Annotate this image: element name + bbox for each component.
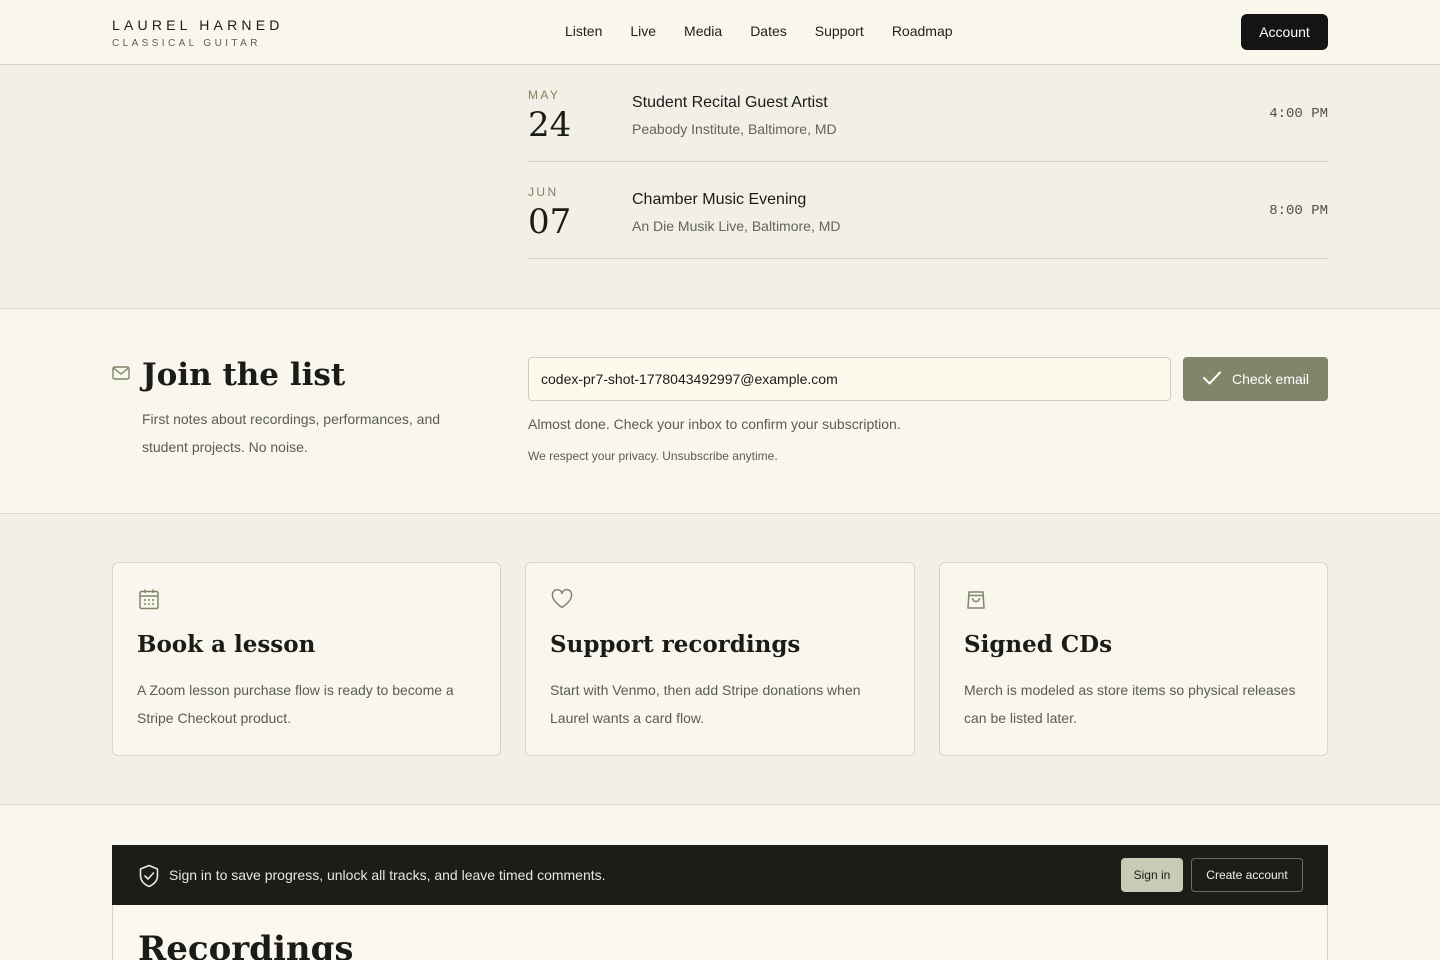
card-description: Merch is modeled as store items so physi… [964, 682, 1296, 726]
card-title: Book a lesson [137, 631, 316, 658]
sign-in-button[interactable]: Sign in [1121, 858, 1183, 892]
event-day: 07 [528, 202, 572, 242]
event-title: Chamber Music Evening [632, 191, 807, 208]
shopping-bag-icon [964, 587, 988, 616]
nav-roadmap[interactable]: Roadmap [892, 23, 953, 39]
subscription-status: Almost done. Check your inbox to confirm… [528, 416, 901, 432]
card-description: Start with Venmo, then add Stripe donati… [550, 682, 861, 726]
card-book-lesson[interactable]: Book a lesson A Zoom lesson purchase flo… [112, 562, 501, 756]
event-row[interactable]: MAY 24 Student Recital Guest Artist Peab… [528, 65, 1328, 162]
event-month: JUN [528, 185, 559, 199]
event-venue: An Die Musik Live, Baltimore, MD [632, 218, 841, 234]
mail-icon [112, 366, 130, 385]
event-day: 24 [528, 105, 572, 145]
newsletter-section: Join the list First notes about recordin… [0, 309, 1440, 514]
event-venue: Peabody Institute, Baltimore, MD [632, 121, 837, 137]
heart-icon [550, 587, 574, 616]
calendar-icon [137, 587, 161, 616]
brand-name: LAUREL HARNED [112, 17, 284, 33]
signin-message: Sign in to save progress, unlock all tra… [169, 867, 606, 883]
signin-banner: Sign in to save progress, unlock all tra… [112, 845, 1328, 905]
event-time: 8:00 PM [1269, 203, 1328, 219]
shield-check-icon [138, 864, 160, 893]
check-email-button[interactable]: Check email [1183, 357, 1328, 401]
create-account-button[interactable]: Create account [1191, 858, 1303, 892]
join-title: Join the list [142, 357, 346, 393]
nav-media[interactable]: Media [684, 23, 722, 39]
event-month: MAY [528, 88, 561, 102]
card-title: Support recordings [550, 631, 801, 658]
main-nav: Listen Live Media Dates Support Roadmap [565, 23, 953, 39]
support-cards-section: Book a lesson A Zoom lesson purchase flo… [0, 514, 1440, 805]
card-description: A Zoom lesson purchase flow is ready to … [137, 682, 454, 726]
join-description: First notes about recordings, performanc… [142, 411, 441, 455]
nav-listen[interactable]: Listen [565, 23, 602, 39]
event-row[interactable]: JUN 07 Chamber Music Evening An Die Musi… [528, 162, 1328, 259]
card-support-recordings[interactable]: Support recordings Start with Venmo, the… [525, 562, 915, 756]
check-email-label: Check email [1231, 371, 1310, 387]
account-button[interactable]: Account [1241, 14, 1328, 50]
event-title: Student Recital Guest Artist [632, 94, 828, 111]
recordings-section: Sign in to save progress, unlock all tra… [0, 805, 1440, 960]
email-field[interactable] [528, 357, 1171, 401]
recordings-title: Recordings [138, 929, 354, 960]
site-header: LAUREL HARNED CLASSICAL GUITAR Listen Li… [0, 0, 1440, 65]
nav-live[interactable]: Live [630, 23, 656, 39]
recordings-panel: Recordings [112, 905, 1328, 960]
check-icon [1202, 370, 1222, 389]
card-signed-cds[interactable]: Signed CDs Merch is modeled as store ite… [939, 562, 1328, 756]
dates-section: MAY 24 Student Recital Guest Artist Peab… [0, 65, 1440, 309]
brand-subtitle: CLASSICAL GUITAR [112, 38, 261, 49]
privacy-note: We respect your privacy. Unsubscribe any… [528, 449, 778, 463]
nav-support[interactable]: Support [815, 23, 864, 39]
card-title: Signed CDs [964, 631, 1113, 658]
nav-dates[interactable]: Dates [750, 23, 787, 39]
event-time: 4:00 PM [1269, 106, 1328, 122]
brand-logo[interactable]: LAUREL HARNED CLASSICAL GUITAR [112, 17, 284, 49]
